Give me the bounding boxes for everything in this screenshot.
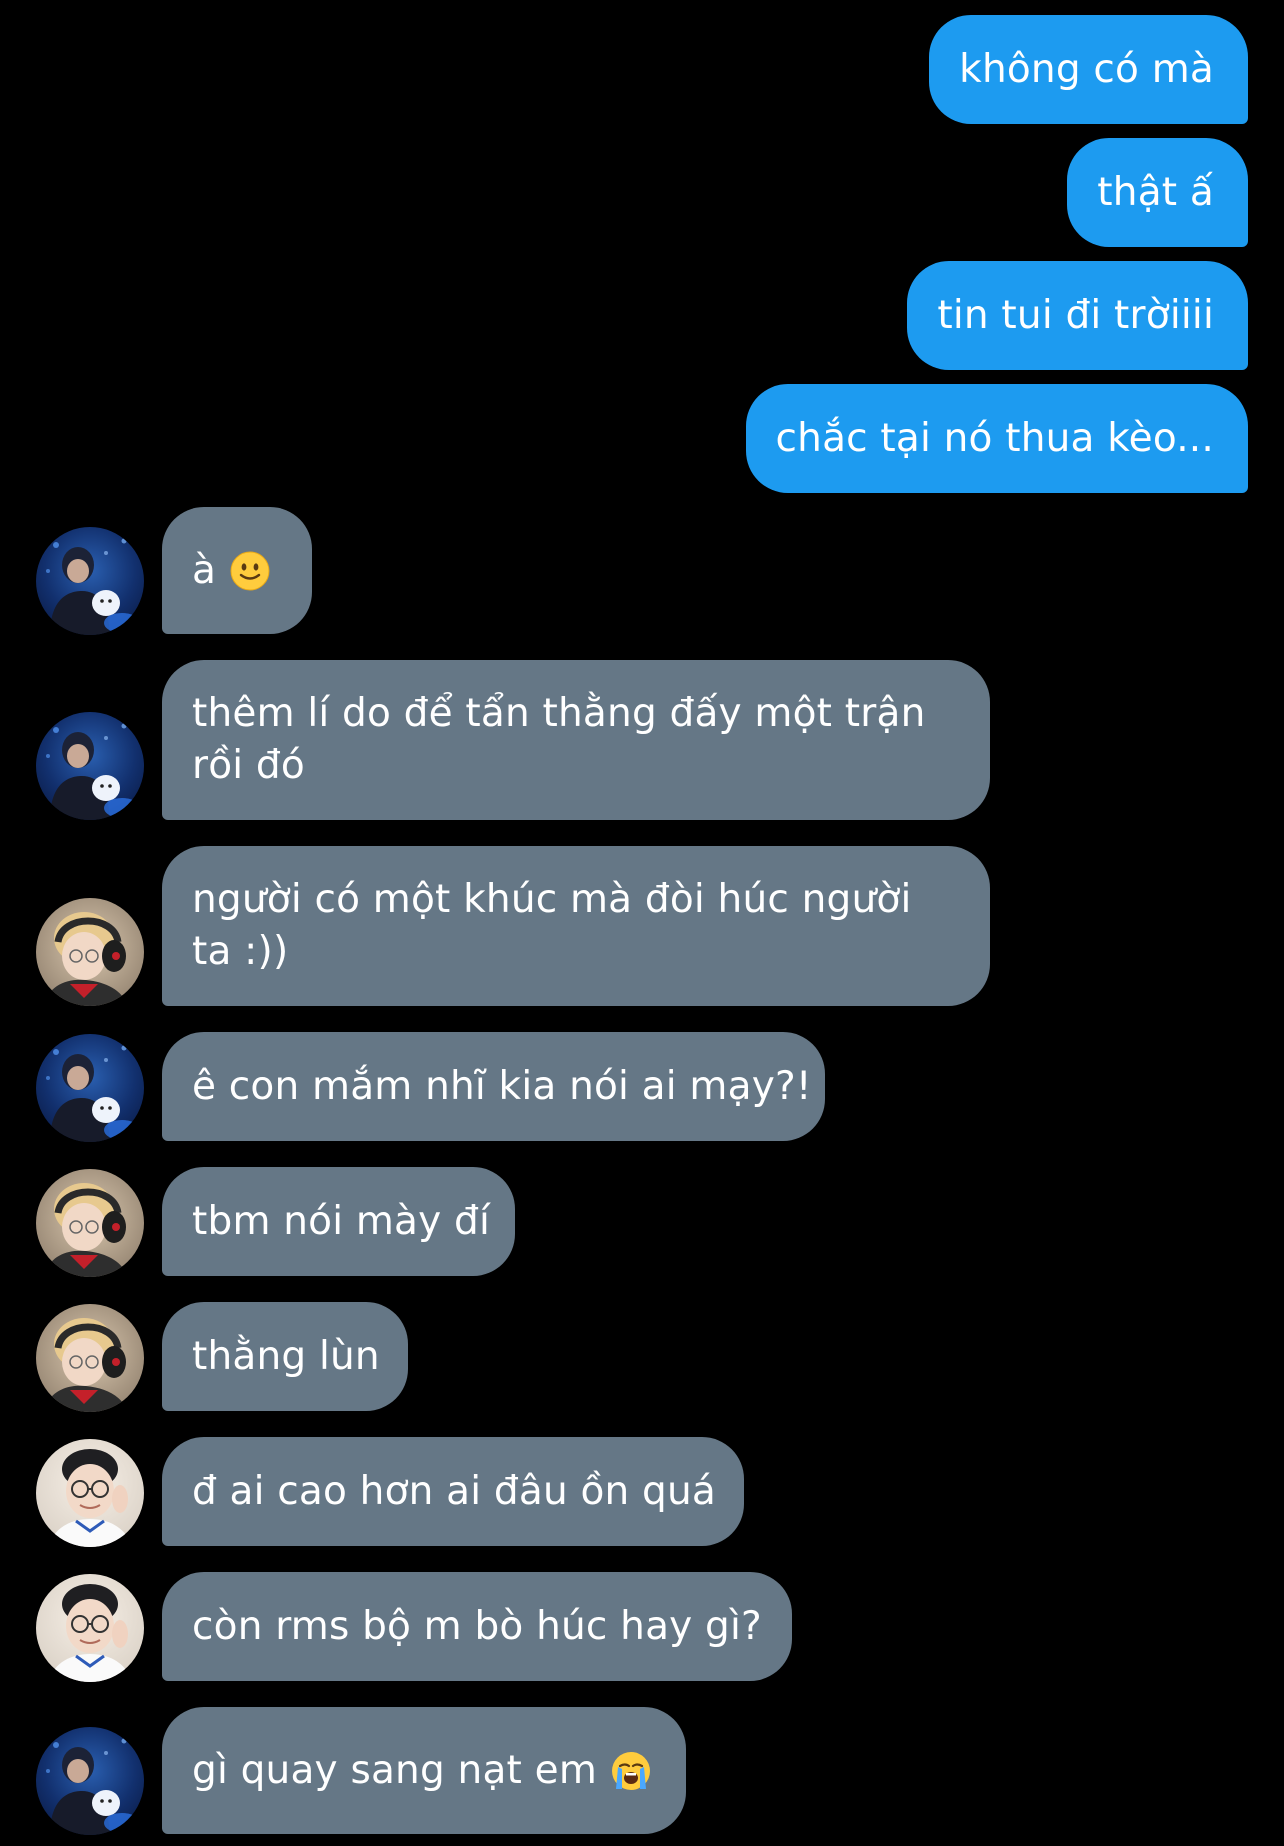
- message-bubble-incoming[interactable]: à: [162, 507, 312, 634]
- message-bubble-outgoing[interactable]: không có mà: [929, 15, 1248, 124]
- slightly-smiling-face-icon: [230, 551, 270, 591]
- loudly-crying-face-icon: [611, 1751, 651, 1791]
- message-bubble-incoming[interactable]: đ ai cao hơn ai đâu ồn quá: [162, 1437, 744, 1546]
- message-text: ê con mắm nhĩ kia nói ai mạy?!: [192, 1063, 812, 1109]
- message-bubble-incoming[interactable]: người có một khúc mà đòi húc người ta :)…: [162, 846, 990, 1006]
- message-bubble-outgoing[interactable]: chắc tại nó thua kèo...: [745, 384, 1248, 493]
- message-bubble-incoming[interactable]: thêm lí do để tẩn thằng đấy một trận rồi…: [162, 660, 990, 820]
- message-bubble-incoming[interactable]: gì quay sang nạt em: [162, 1707, 686, 1834]
- message-text: gì quay sang nạt em: [192, 1747, 598, 1793]
- message-bubble-incoming[interactable]: ê con mắm nhĩ kia nói ai mạy?!: [162, 1032, 825, 1141]
- message-text: thằng lùn: [192, 1333, 380, 1379]
- message-bubble-outgoing[interactable]: tin tui đi trờiiii: [907, 261, 1248, 370]
- avatar-headset-icon[interactable]: [36, 1169, 144, 1277]
- avatar-blue-icon[interactable]: [36, 527, 144, 635]
- message-bubble-incoming[interactable]: còn rms bộ m bò húc hay gì?: [162, 1572, 792, 1681]
- avatar-blue-icon[interactable]: [36, 712, 144, 820]
- avatar-headset-icon[interactable]: [36, 898, 144, 1006]
- message-text: không có mà: [959, 46, 1214, 92]
- message-text: tbm nói mày đí: [192, 1198, 491, 1244]
- message-text: à: [192, 547, 217, 593]
- avatar-headset-icon[interactable]: [36, 1304, 144, 1412]
- message-text-line: ta :)): [192, 929, 289, 974]
- avatar-blue-icon[interactable]: [36, 1034, 144, 1142]
- message-text: thật ấ: [1097, 169, 1214, 215]
- avatar-glasses-icon[interactable]: [36, 1574, 144, 1682]
- message-text: chắc tại nó thua kèo...: [775, 415, 1214, 461]
- message-text-line: người có một khúc mà đòi húc người: [192, 877, 912, 922]
- message-text-line: rồi đó: [192, 743, 305, 788]
- message-text: tin tui đi trờiiii: [937, 292, 1214, 338]
- message-text-line: thêm lí do để tẩn thằng đấy một trận: [192, 691, 926, 736]
- message-bubble-outgoing[interactable]: thật ấ: [1067, 138, 1248, 247]
- avatar-glasses-icon[interactable]: [36, 1439, 144, 1547]
- avatar-blue-icon[interactable]: [36, 1727, 144, 1835]
- message-bubble-incoming[interactable]: thằng lùn: [162, 1302, 408, 1411]
- message-text: còn rms bộ m bò húc hay gì?: [192, 1603, 762, 1649]
- message-bubble-incoming[interactable]: tbm nói mày đí: [162, 1167, 515, 1276]
- message-text: đ ai cao hơn ai đâu ồn quá: [192, 1468, 717, 1514]
